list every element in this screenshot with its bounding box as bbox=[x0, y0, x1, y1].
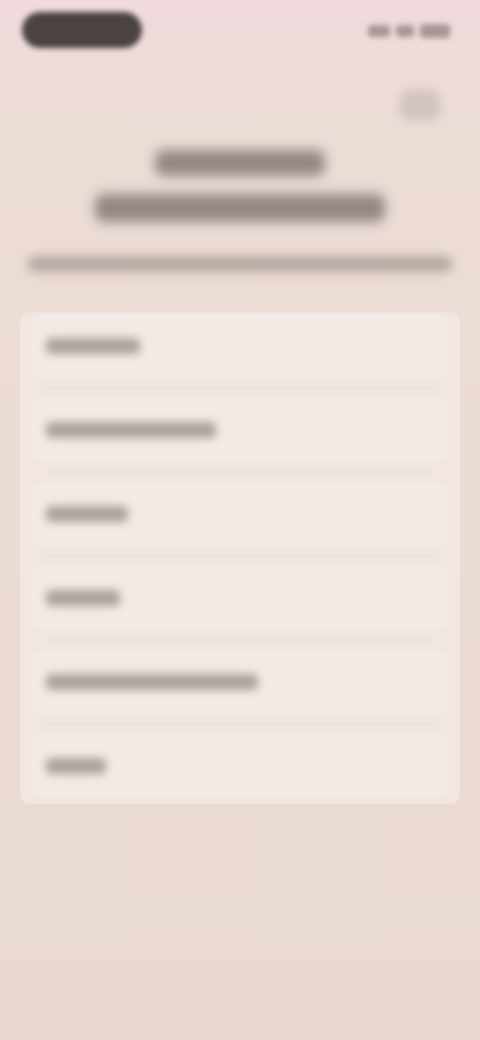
status-icons bbox=[354, 22, 450, 40]
options-list bbox=[20, 312, 460, 804]
close-icon bbox=[400, 90, 440, 120]
option-label-6 bbox=[46, 758, 106, 774]
option-item-2[interactable] bbox=[32, 398, 448, 462]
option-item-4[interactable] bbox=[32, 566, 448, 630]
battery-icon bbox=[420, 24, 450, 38]
option-label-2 bbox=[46, 422, 216, 438]
option-label-3 bbox=[46, 506, 128, 522]
option-label-4 bbox=[46, 590, 120, 606]
option-item-3[interactable] bbox=[32, 482, 448, 546]
option-item-6[interactable] bbox=[32, 734, 448, 798]
page-title bbox=[0, 150, 480, 222]
wifi-icon bbox=[396, 25, 414, 37]
signal-icon bbox=[368, 25, 390, 37]
title-line-2 bbox=[95, 194, 385, 222]
status-time-pill bbox=[22, 12, 142, 48]
option-item-5[interactable] bbox=[32, 650, 448, 714]
option-item-1[interactable] bbox=[32, 314, 448, 378]
option-label-5 bbox=[46, 674, 258, 690]
option-label-1 bbox=[46, 338, 140, 354]
title-line-1 bbox=[155, 150, 325, 176]
status-bar bbox=[0, 0, 480, 60]
page-subtitle bbox=[28, 256, 452, 272]
close-button[interactable] bbox=[400, 90, 440, 120]
